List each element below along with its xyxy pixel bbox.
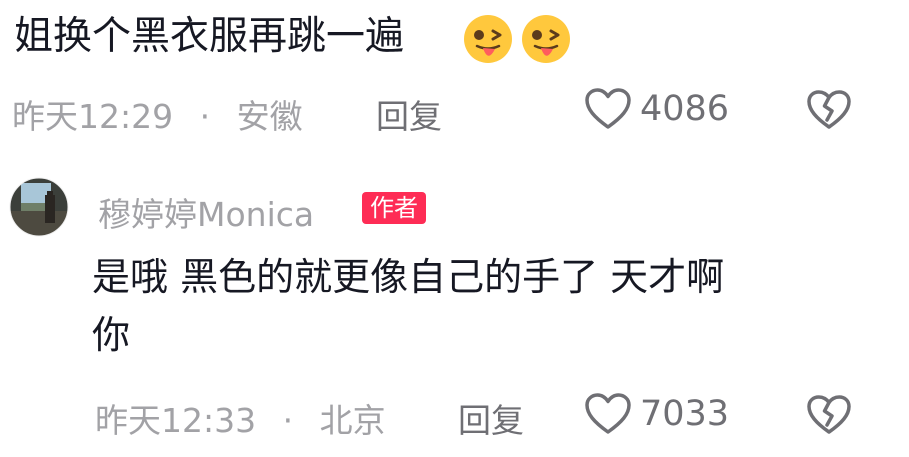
comment-location: 安徽 — [236, 97, 303, 136]
avatar[interactable] — [9, 177, 69, 237]
author-name[interactable]: 穆婷婷Monica — [98, 188, 314, 236]
like-count: 4086 — [640, 89, 730, 129]
comment-thread: 姐换个黑衣服再跳一遍 昨天12:29 · 安徽 回复 4086 穆婷婷Monic… — [0, 0, 909, 457]
comment-meta: 昨天12:29 · 安徽 — [12, 90, 303, 138]
reply-time: 昨天12:33 — [95, 401, 257, 440]
dislike-button[interactable] — [806, 89, 852, 131]
like-button[interactable]: 7033 — [584, 392, 729, 436]
author-badge: 作者 — [362, 192, 426, 224]
like-count: 7033 — [640, 394, 730, 434]
heart-outline-icon — [584, 87, 632, 131]
reply-body: 是哦 黑色的就更像自己的手了 天才啊 你 — [92, 248, 872, 364]
meta-separator: · — [199, 97, 211, 136]
like-button[interactable]: 4086 — [584, 87, 729, 131]
comment-text: 姐换个黑衣服再跳一遍 — [14, 14, 405, 59]
reply-button[interactable]: 回复 — [376, 90, 442, 138]
heart-outline-icon — [584, 392, 632, 436]
meta-separator: · — [282, 401, 294, 440]
tongue-wink-emoji-icon — [520, 13, 572, 65]
broken-heart-icon — [806, 89, 852, 131]
dislike-button[interactable] — [806, 394, 852, 436]
reply-location: 北京 — [319, 401, 386, 440]
reply-meta: 昨天12:33 · 北京 — [95, 394, 386, 442]
reply-text-line: 是哦 黑色的就更像自己的手了 天才啊 — [92, 255, 725, 299]
tongue-wink-emoji-icon — [462, 13, 514, 65]
reply-button[interactable]: 回复 — [458, 394, 524, 442]
broken-heart-icon — [806, 394, 852, 436]
comment-time: 昨天12:29 — [12, 97, 174, 136]
comment-body: 姐换个黑衣服再跳一遍 — [14, 14, 404, 62]
reply-text-line: 你 — [92, 313, 131, 357]
